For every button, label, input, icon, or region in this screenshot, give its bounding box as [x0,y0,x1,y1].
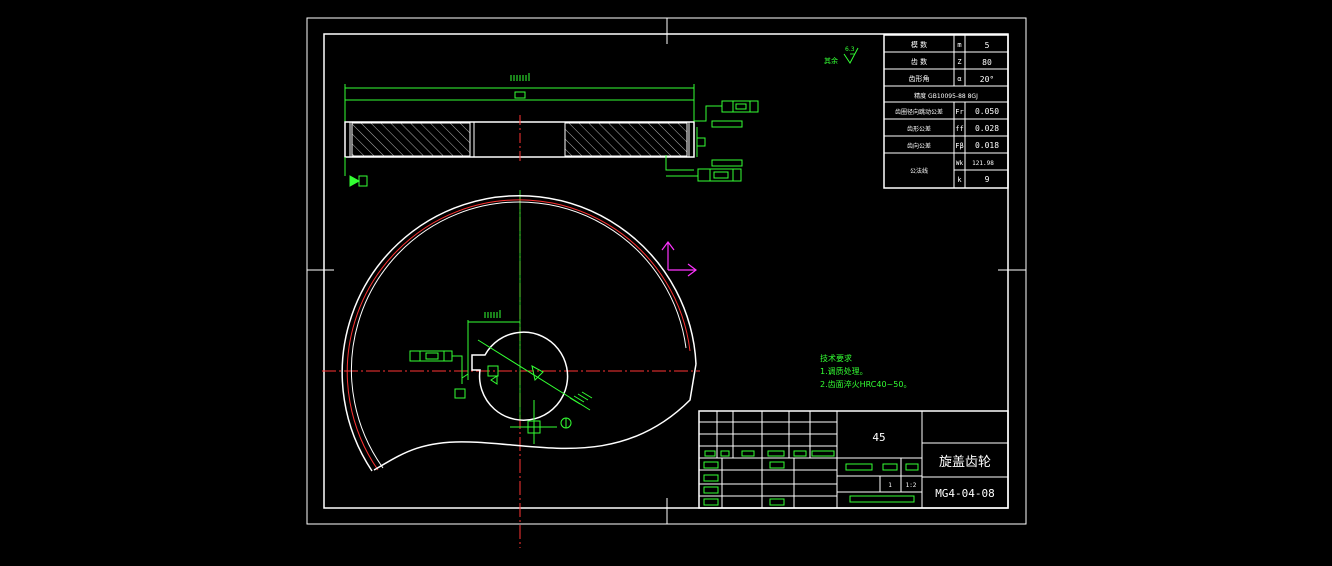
span-value-k: 9 [985,175,990,184]
tech-req-item-1: 1.调质处理。 [820,366,868,376]
hatch-left [351,122,471,157]
params-table: 模 数 m 5 齿 数 Z 80 齿形角 α 20° 精度 GB10095-88… [883,34,1009,189]
tol-sym-lead: Fβ [955,142,963,150]
pitch-circle-arc [346,199,691,471]
cad-drawing-canvas: 模 数 m 5 齿 数 Z 80 齿形角 α 20° 精度 GB10095-88… [306,17,1027,548]
part-name: 旋盖齿轮 [939,455,991,470]
param-sym-pressure-angle: α [957,75,961,83]
tech-requirements: 技术要求 1.调质处理。 2.齿面淬火HRC40~50。 [820,353,911,389]
param-label-pressure-angle: 齿形角 [909,74,930,83]
ucs-icon [661,241,697,277]
tol-label-profile: 齿形公差 [907,125,931,133]
param-label-teeth: 齿 数 [911,57,927,66]
scale-value: 1:2 [906,482,917,489]
param-value-module: 5 [985,41,990,50]
gear-section-view [344,73,759,187]
tol-sym-profile: ff [955,125,963,133]
tol-sym-runout: Fr [955,108,963,116]
tol-value-profile: 0.028 [975,124,999,133]
span-label: 公法线 [910,167,928,175]
param-precision: 精度 GB10095-88 8GJ [914,92,978,100]
tol-value-lead: 0.018 [975,141,999,150]
outer-rim-arc [341,195,697,472]
hatch-right [564,122,688,157]
span-sym-wk: Wk [956,160,964,167]
quantity-value: 1 [888,482,892,489]
param-sym-module: m [957,41,961,49]
tech-req-item-2: 2.齿面淬火HRC40~50。 [820,379,911,389]
span-value-wk: 121.98 [972,160,994,167]
param-sym-teeth: Z [957,58,961,66]
gear-front-view [322,190,700,548]
span-sym-k: k [957,176,962,184]
roughness-rest-symbol: 其余 6.3 [824,46,859,65]
root-rim-arc [350,201,687,469]
param-label-module: 模 数 [911,40,927,49]
material-value: 45 [872,431,885,444]
param-value-teeth: 80 [982,58,992,67]
drawing-number: MG4-04-08 [935,487,995,500]
title-block: 45 旋盖齿轮 MG4-04-08 1 1:2 [698,410,1009,509]
tol-label-lead: 齿向公差 [907,142,931,150]
param-value-pressure-angle: 20° [980,75,994,84]
tech-req-title: 技术要求 [820,353,852,363]
tol-value-runout: 0.050 [975,107,999,116]
roughness-rest-value: 6.3 [845,46,855,53]
tol-label-runout: 齿圈径向跳动公差 [895,108,943,116]
inner-frame [323,33,1009,509]
roughness-rest-label: 其余 [824,56,838,65]
